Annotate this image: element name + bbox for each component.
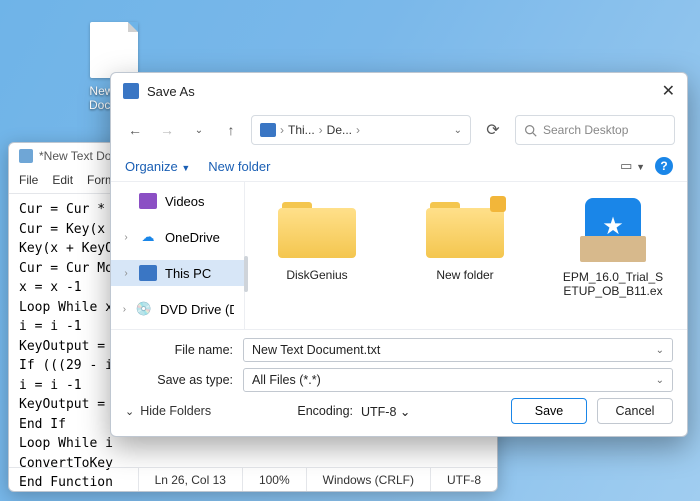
chevron-right-icon: › bbox=[319, 123, 323, 137]
search-icon bbox=[524, 124, 537, 137]
chevron-down-icon[interactable]: ⌄ bbox=[400, 405, 410, 419]
folder-new-folder[interactable]: New folder bbox=[411, 198, 519, 313]
file-epm-installer[interactable]: ★ EPM_16.0_Trial_SETUP_OB_B11.ex bbox=[559, 198, 667, 313]
breadcrumb[interactable]: › Thi... › De... › ⌄ bbox=[251, 115, 471, 145]
cancel-button[interactable]: Cancel bbox=[597, 398, 673, 424]
savetype-label: Save as type: bbox=[125, 373, 233, 387]
chevron-right-icon: › bbox=[280, 123, 284, 137]
encoding-label: Encoding: bbox=[297, 404, 353, 418]
status-eol: Windows (CRLF) bbox=[306, 468, 430, 491]
sidebar-item-label: This PC bbox=[165, 266, 211, 281]
filename-field[interactable]: New Text Document.txt ⌄ bbox=[243, 338, 673, 362]
status-encoding: UTF-8 bbox=[430, 468, 497, 491]
menu-edit[interactable]: Edit bbox=[52, 173, 73, 187]
sidebar-item-label: DVD Drive (D:) CC bbox=[160, 302, 234, 317]
cloud-icon: ☁ bbox=[139, 229, 157, 245]
encoding-field[interactable]: UTF-8 ⌄ bbox=[361, 404, 501, 419]
save-button[interactable]: Save bbox=[511, 398, 587, 424]
item-label: EPM_16.0_Trial_SETUP_OB_B11.ex bbox=[559, 270, 667, 298]
close-icon[interactable]: ✕ bbox=[662, 81, 675, 101]
forward-button[interactable]: → bbox=[155, 118, 179, 142]
savetype-value: All Files (*.*) bbox=[252, 373, 321, 387]
breadcrumb-dropdown-icon[interactable]: ⌄ bbox=[454, 125, 462, 136]
sidebar-item-this-pc[interactable]: › This PC bbox=[111, 260, 244, 286]
search-input[interactable]: Search Desktop bbox=[515, 115, 675, 145]
expand-icon[interactable]: › bbox=[121, 232, 131, 243]
dialog-title: Save As bbox=[147, 84, 195, 99]
sidebar-item-label: OneDrive bbox=[165, 230, 220, 245]
folder-icon bbox=[278, 198, 356, 258]
savetype-field[interactable]: All Files (*.*) ⌄ bbox=[243, 368, 673, 392]
save-as-dialog: Save As ✕ ← → ⌄ ↑ › Thi... › De... › ⌄ ⟳… bbox=[110, 72, 688, 437]
chevron-down-icon[interactable]: ⌄ bbox=[187, 118, 211, 142]
sidebar-item-dvd[interactable]: › 💿 DVD Drive (D:) CC bbox=[111, 296, 244, 322]
chevron-down-icon: ⌄ bbox=[125, 405, 134, 418]
filename-label: File name: bbox=[125, 343, 233, 357]
document-icon bbox=[90, 22, 138, 78]
sidebar-item-label: Videos bbox=[165, 194, 205, 209]
notepad-icon bbox=[19, 149, 33, 163]
expand-icon[interactable]: › bbox=[121, 268, 131, 279]
status-position: Ln 26, Col 13 bbox=[138, 468, 242, 491]
chevron-down-icon[interactable]: ⌄ bbox=[656, 375, 664, 386]
expand-icon[interactable]: › bbox=[121, 304, 128, 315]
installer-icon: ★ bbox=[574, 198, 652, 262]
video-icon bbox=[139, 193, 157, 209]
dialog-footer: File name: New Text Document.txt ⌄ Save … bbox=[111, 329, 687, 436]
status-zoom: 100% bbox=[242, 468, 306, 491]
notepad-statusbar: Ln 26, Col 13 100% Windows (CRLF) UTF-8 bbox=[9, 467, 497, 491]
new-folder-button[interactable]: New folder bbox=[208, 159, 270, 174]
refresh-button[interactable]: ⟳ bbox=[479, 116, 507, 144]
lock-icon bbox=[490, 196, 506, 212]
pc-icon bbox=[260, 123, 276, 137]
encoding-value: UTF-8 bbox=[361, 405, 396, 419]
chevron-right-icon: › bbox=[356, 123, 360, 137]
organize-menu[interactable]: Organize ▼ bbox=[125, 159, 190, 174]
sidebar-item-onedrive[interactable]: › ☁ OneDrive bbox=[111, 224, 244, 250]
dialog-navbar: ← → ⌄ ↑ › Thi... › De... › ⌄ ⟳ Search De… bbox=[111, 109, 687, 151]
notepad-title: *New Text Doc bbox=[39, 149, 117, 163]
folder-diskgenius[interactable]: DiskGenius bbox=[263, 198, 371, 313]
hide-folders-toggle[interactable]: ⌄ Hide Folders bbox=[125, 404, 211, 418]
item-label: New folder bbox=[411, 268, 519, 282]
file-pane[interactable]: DiskGenius New folder ★ EPM_16.0_Trial_S… bbox=[245, 182, 687, 329]
chevron-down-icon[interactable]: ⌄ bbox=[656, 345, 664, 356]
breadcrumb-item[interactable]: De... bbox=[327, 123, 352, 137]
save-icon bbox=[123, 83, 139, 99]
filename-value: New Text Document.txt bbox=[252, 343, 380, 357]
disc-icon: 💿 bbox=[136, 301, 152, 317]
menu-file[interactable]: File bbox=[19, 173, 38, 187]
item-label: DiskGenius bbox=[263, 268, 371, 282]
sidebar-item-videos[interactable]: Videos bbox=[111, 188, 244, 214]
sidebar: Videos › ☁ OneDrive › This PC › 💿 DVD Dr… bbox=[111, 182, 245, 329]
dialog-titlebar[interactable]: Save As ✕ bbox=[111, 73, 687, 109]
help-icon[interactable]: ? bbox=[655, 157, 673, 175]
pc-icon bbox=[139, 265, 157, 281]
up-button[interactable]: ↑ bbox=[219, 118, 243, 142]
folder-icon bbox=[426, 198, 504, 258]
sidebar-resize-handle[interactable] bbox=[244, 256, 248, 292]
back-button[interactable]: ← bbox=[123, 118, 147, 142]
breadcrumb-item[interactable]: Thi... bbox=[288, 123, 315, 137]
dialog-toolbar: Organize ▼ New folder ▭ ▼ ? bbox=[111, 151, 687, 182]
search-placeholder: Search Desktop bbox=[543, 123, 628, 137]
view-options-button[interactable]: ▭ ▼ bbox=[620, 158, 645, 174]
